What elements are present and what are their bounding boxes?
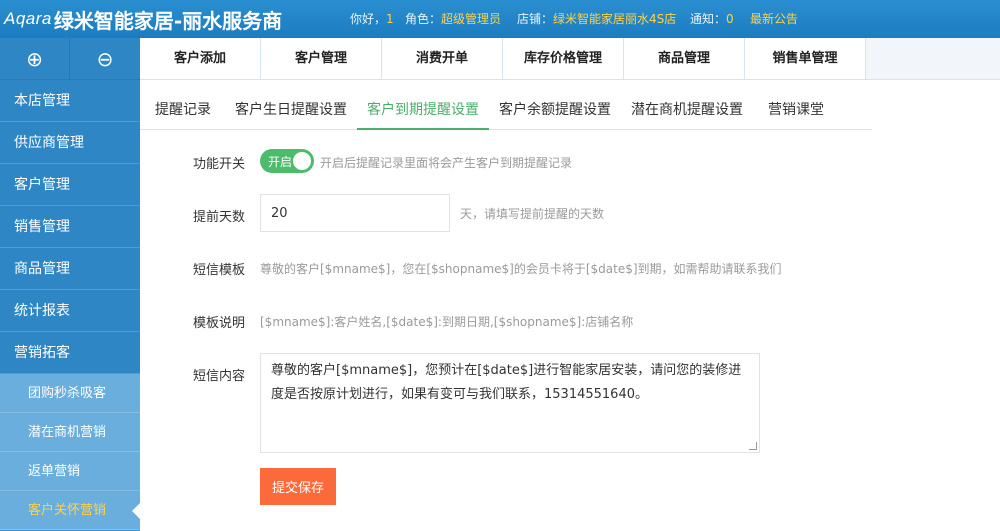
- sidebar-item-store[interactable]: 本店管理: [0, 80, 140, 122]
- resize-handle-icon[interactable]: [749, 442, 757, 450]
- top-nav: 客户添加 客户管理 消费开单 库存价格管理 商品管理 销售单管理: [140, 38, 1000, 80]
- days-hint: 天，请填写提前提醒的天数: [460, 207, 605, 221]
- sidebar-tools: ⊕ ⊖: [0, 38, 140, 80]
- sidebar-subitem-reorder[interactable]: 返单营销: [0, 452, 140, 491]
- brand-logo: Aqara: [4, 9, 52, 28]
- announcement-link[interactable]: 最新公告: [750, 10, 798, 27]
- app-header: Aqara 绿米智能家居-丽水服务商 你好，1 角色：超级管理员 店铺：绿米智能…: [0, 0, 1000, 38]
- notice-count: 0: [726, 12, 734, 26]
- switch-label: 功能开关: [192, 157, 245, 172]
- sidebar-item-customer[interactable]: 客户管理: [0, 164, 140, 206]
- template-desc-text: [$mname$]:客户姓名,[$date$]:到期日期,[$shopname$…: [260, 315, 634, 329]
- submit-save-button[interactable]: 提交保存: [260, 468, 336, 505]
- tab-sales-orders[interactable]: 销售单管理: [745, 38, 866, 80]
- subtab-marketing-class[interactable]: 营销课堂: [768, 90, 824, 130]
- shop-info: 店铺：绿米智能家居丽水4S店: [517, 10, 676, 27]
- role-label: 角色：: [405, 12, 442, 26]
- shop-value: 绿米智能家居丽水4S店: [553, 12, 677, 26]
- subtab-potential[interactable]: 潜在商机提醒设置: [631, 90, 743, 130]
- sidebar-item-reports[interactable]: 统计报表: [0, 290, 140, 332]
- toggle-knob: [293, 152, 311, 170]
- template-label: 短信模板: [192, 263, 245, 278]
- subtab-reminder-records[interactable]: 提醒记录: [155, 90, 211, 130]
- role-info: 角色：超级管理员: [405, 10, 501, 27]
- sidebar-item-supplier[interactable]: 供应商管理: [0, 122, 140, 164]
- sms-content-textarea[interactable]: 尊敬的客户[$mname$]，您预计在[$date$]进行智能家居安装，请问您的…: [260, 353, 760, 453]
- collapse-all-icon[interactable]: ⊖: [70, 38, 140, 80]
- greeting: 你好，1: [350, 10, 394, 27]
- subtab-birthday[interactable]: 客户生日提醒设置: [235, 90, 347, 130]
- template-text: 尊敬的客户[$mname$]，您在[$shopname$]的会员卡将于[$dat…: [260, 262, 782, 276]
- tab-customer-add[interactable]: 客户添加: [140, 38, 261, 80]
- days-input[interactable]: [260, 194, 450, 232]
- tab-inventory[interactable]: 库存价格管理: [503, 38, 624, 80]
- tab-billing[interactable]: 消费开单: [382, 38, 503, 80]
- expand-all-icon[interactable]: ⊕: [0, 38, 70, 80]
- feature-toggle[interactable]: 开启: [260, 149, 314, 173]
- sidebar-subitem-care[interactable]: 客户关怀营销: [0, 491, 140, 530]
- logo: Aqara 绿米智能家居-丽水服务商: [4, 4, 282, 34]
- sidebar-item-sales[interactable]: 销售管理: [0, 206, 140, 248]
- greeting-user: 1: [386, 12, 394, 26]
- tab-products[interactable]: 商品管理: [624, 38, 745, 80]
- notice-info[interactable]: 通知：0: [690, 10, 734, 27]
- role-value: 超级管理员: [441, 12, 502, 26]
- subtab-balance[interactable]: 客户余额提醒设置: [499, 90, 611, 130]
- sub-tabs: 提醒记录 客户生日提醒设置 客户到期提醒设置 客户余额提醒设置 潜在商机提醒设置…: [140, 90, 872, 130]
- shop-label: 店铺：: [517, 12, 554, 26]
- sidebar-item-products[interactable]: 商品管理: [0, 248, 140, 290]
- sidebar: ⊕ ⊖ 本店管理 供应商管理 客户管理 销售管理 商品管理 统计报表 营销拓客 …: [0, 38, 140, 531]
- template-desc-label: 模板说明: [192, 316, 245, 331]
- subtab-expiry[interactable]: 客户到期提醒设置: [357, 90, 489, 130]
- days-label: 提前天数: [192, 210, 245, 225]
- notice-label: 通知：: [690, 12, 727, 26]
- sidebar-item-marketing[interactable]: 营销拓客: [0, 332, 140, 374]
- sidebar-subitem-potential[interactable]: 潜在商机营销: [0, 413, 140, 452]
- switch-hint: 开启后提醒记录里面将会产生客户到期提醒记录: [320, 156, 573, 170]
- greeting-label: 你好，: [350, 12, 387, 26]
- toggle-text: 开启: [268, 155, 293, 169]
- content-label: 短信内容: [192, 369, 245, 384]
- sidebar-subitem-group-buy[interactable]: 团购秒杀吸客: [0, 374, 140, 413]
- tab-customer-manage[interactable]: 客户管理: [261, 38, 382, 80]
- app-title: 绿米智能家居-丽水服务商: [53, 8, 283, 33]
